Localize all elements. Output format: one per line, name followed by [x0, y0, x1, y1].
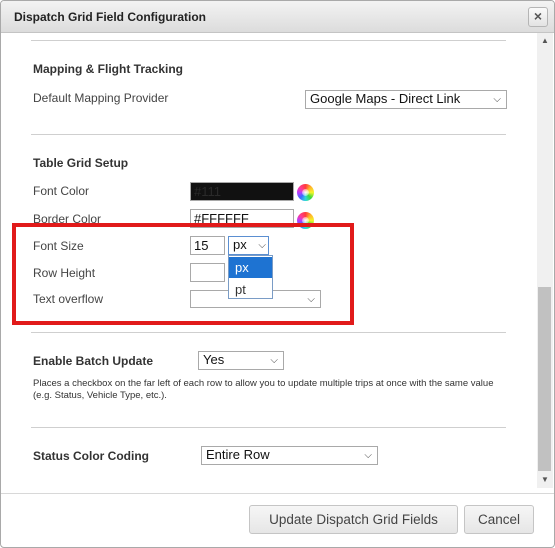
scrollbar-thumb[interactable]: [538, 287, 551, 471]
divider: [31, 332, 506, 333]
status-color-coding-value: Entire Row: [206, 447, 270, 462]
close-icon: ×: [533, 8, 543, 24]
status-color-coding-select[interactable]: Entire Row ⌵: [201, 446, 378, 465]
chevron-down-icon: ⌵: [364, 450, 372, 461]
close-button[interactable]: ×: [528, 7, 548, 27]
table-grid-section-title: Table Grid Setup: [33, 156, 129, 170]
chevron-down-icon: ⌵: [493, 94, 501, 105]
footer-divider: [1, 493, 554, 494]
dialog: Dispatch Grid Field Configuration × Mapp…: [0, 0, 555, 548]
cancel-button[interactable]: Cancel: [464, 505, 534, 534]
mapping-provider-label: Default Mapping Provider: [33, 91, 169, 105]
update-dispatch-grid-fields-button[interactable]: Update Dispatch Grid Fields: [249, 505, 458, 534]
vertical-scrollbar[interactable]: ▲ ▼: [537, 33, 553, 488]
status-color-coding-label: Status Color Coding: [33, 449, 149, 463]
font-color-input[interactable]: #111: [190, 182, 294, 201]
divider: [31, 40, 506, 41]
highlight-box: [12, 223, 354, 325]
divider: [31, 427, 506, 428]
chevron-down-icon: ⌵: [270, 355, 278, 366]
batch-update-label: Enable Batch Update: [33, 354, 154, 368]
dialog-title: Dispatch Grid Field Configuration: [14, 10, 206, 24]
arrow-up-icon[interactable]: ▲: [537, 33, 553, 49]
mapping-provider-value: Google Maps - Direct Link: [310, 91, 461, 106]
arrow-down-icon[interactable]: ▼: [537, 472, 553, 488]
batch-update-select[interactable]: Yes ⌵: [198, 351, 284, 370]
divider: [31, 134, 506, 135]
font-color-label: Font Color: [33, 184, 90, 198]
batch-update-value: Yes: [203, 352, 225, 367]
title-bar: Dispatch Grid Field Configuration ×: [1, 1, 554, 33]
mapping-section-title: Mapping & Flight Tracking: [33, 62, 183, 76]
batch-update-description: Places a checkbox on the far left of eac…: [33, 378, 494, 401]
color-wheel-icon[interactable]: [297, 184, 314, 201]
mapping-provider-select[interactable]: Google Maps - Direct Link ⌵: [305, 90, 507, 109]
